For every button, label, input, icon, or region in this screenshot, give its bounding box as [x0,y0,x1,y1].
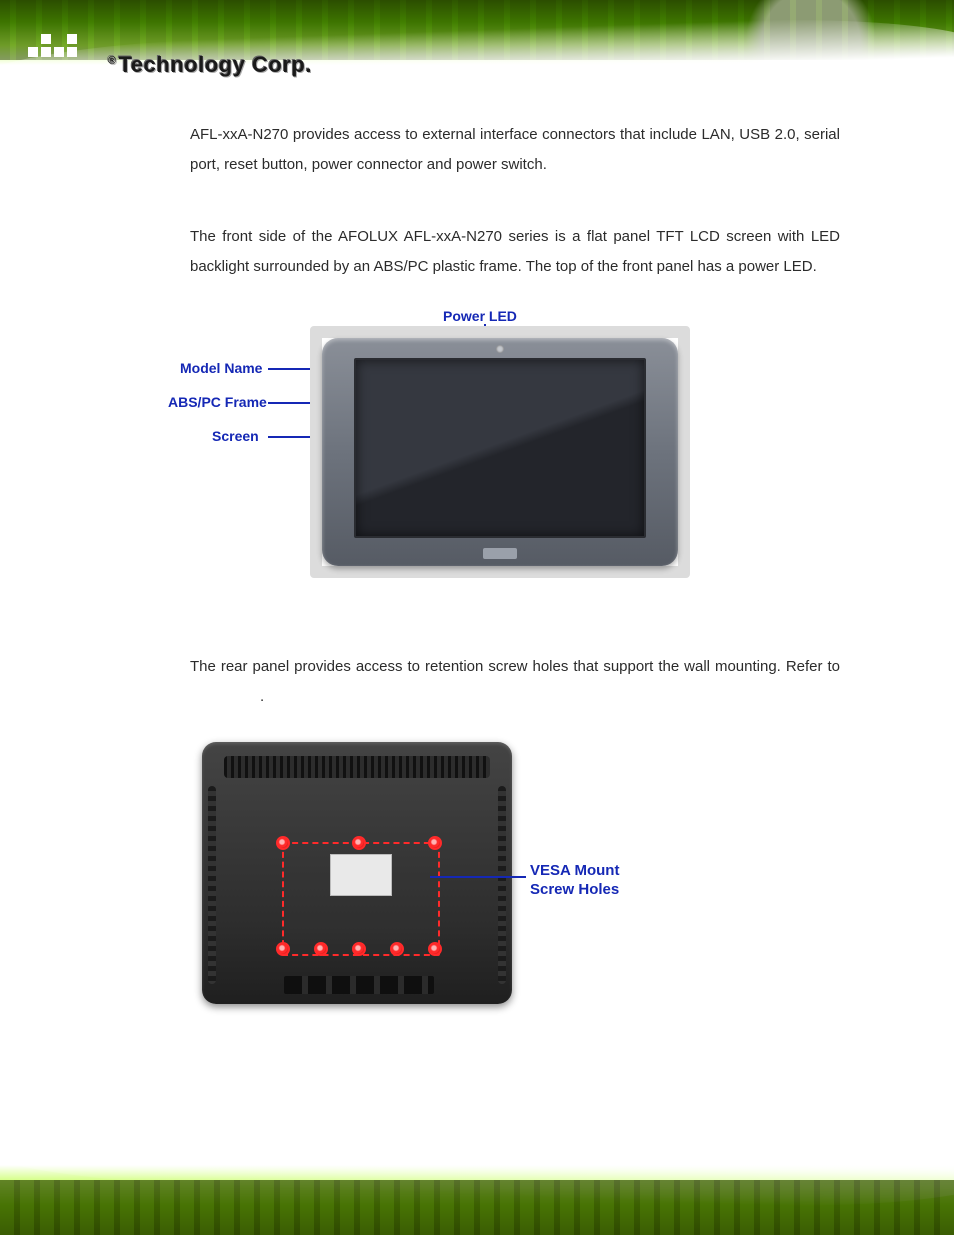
intro-paragraph: AFL-xxA-N270 provides access to external… [190,120,840,180]
screw-hole-icon [428,942,442,956]
device-screen [354,358,646,538]
header-banner: ®Technology Corp. [0,0,954,100]
screw-hole-icon [352,836,366,850]
device-badge [483,548,517,559]
rear-panel-illustration [202,742,512,1004]
front-panel-figure: Power LED Model Name ABS/PC Frame Screen [190,312,840,592]
callout-vesa: VESA Mount Screw Holes [530,862,619,900]
side-rail-right [498,786,506,984]
pcb-texture [0,1180,954,1235]
callout-power-led: Power LED [443,308,517,324]
leader-line [430,876,526,878]
io-ports [284,976,434,994]
callout-model-name: Model Name [180,360,262,376]
body-content: AFL-xxA-N270 provides access to external… [190,120,840,1082]
screw-hole-icon [314,942,328,956]
logo-icon [28,34,77,57]
rear-paragraph-tail: . [260,688,264,705]
screw-hole-icon [428,836,442,850]
brand-logo [28,34,77,57]
front-panel-illustration [310,326,690,578]
rear-panel-paragraph: The rear panel provides access to retent… [190,652,840,712]
vent-strip [224,756,490,778]
registered-mark: ® [108,55,117,67]
callout-vesa-line1: VESA Mount [530,862,619,879]
front-panel-paragraph: The front side of the AFOLUX AFL-xxA-N27… [190,222,840,282]
power-led-icon [496,345,504,353]
spec-label [330,854,392,896]
device-bezel [322,338,678,566]
screw-hole-icon [390,942,404,956]
screw-hole-icon [352,942,366,956]
callout-vesa-line2: Screw Holes [530,881,619,898]
screw-hole-icon [276,836,290,850]
brand-name-text: Technology Corp. [119,52,312,77]
rear-paragraph-text: The rear panel provides access to retent… [190,658,840,675]
callout-screen: Screen [212,428,259,444]
rear-panel-figure: VESA Mount Screw Holes [190,742,840,1042]
side-rail-left [208,786,216,984]
screw-hole-icon [276,942,290,956]
vesa-plate [282,842,440,956]
callout-frame: ABS/PC Frame [168,394,267,410]
document-page: ®Technology Corp. AFL-xxA-N270 provides … [0,0,954,1235]
footer-banner [0,1135,954,1235]
brand-name: ®Technology Corp. [108,52,312,78]
